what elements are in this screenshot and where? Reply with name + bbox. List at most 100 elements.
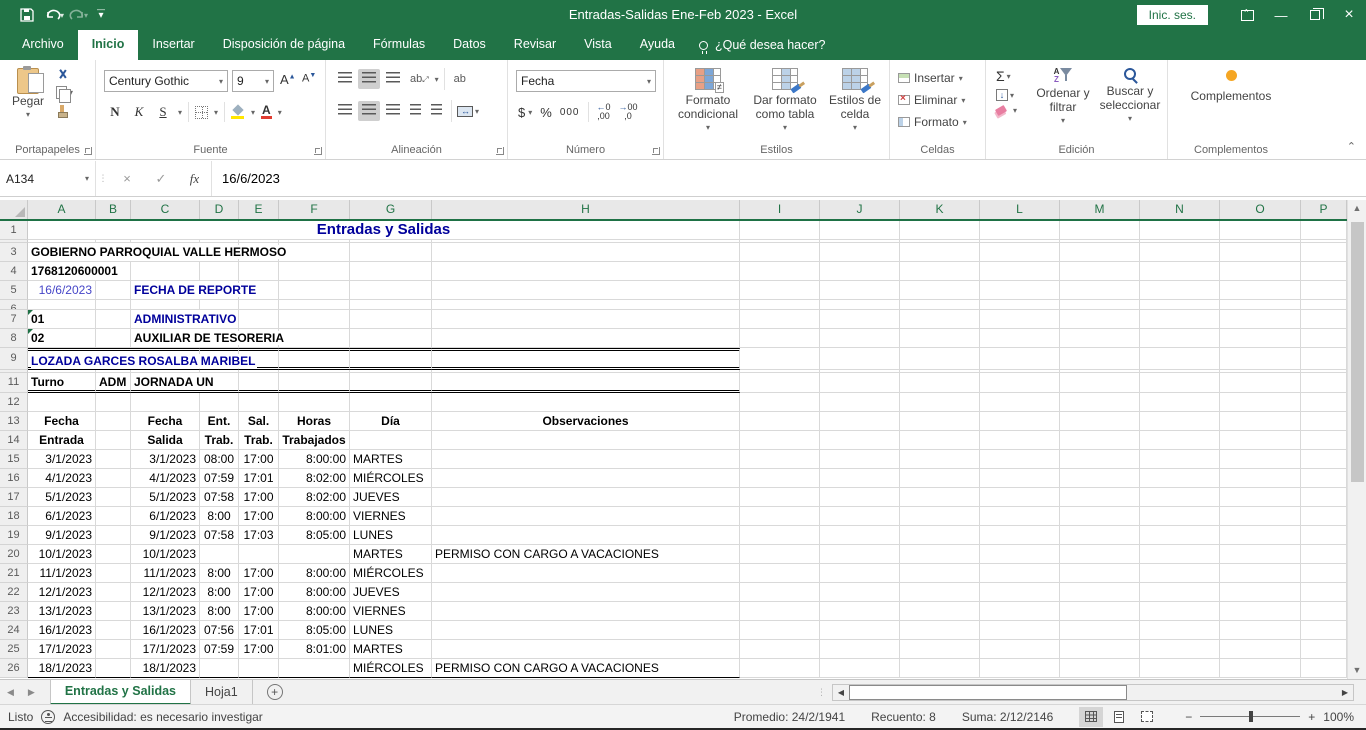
- cell-M12[interactable]: [1060, 393, 1140, 412]
- cell-C17[interactable]: 5/1/2023: [131, 488, 200, 507]
- cell-C13[interactable]: Fecha: [131, 412, 200, 431]
- cell-H12[interactable]: [432, 393, 740, 412]
- cell-H13[interactable]: Observaciones: [432, 412, 740, 431]
- column-header-A[interactable]: A: [28, 200, 96, 219]
- cell-B11[interactable]: ADM: [96, 373, 131, 393]
- cell-I18[interactable]: [740, 507, 820, 526]
- font-dialog-launcher[interactable]: [314, 147, 322, 155]
- cell-J5[interactable]: [820, 281, 900, 300]
- cell-J6[interactable]: [820, 300, 900, 310]
- align-middle-icon[interactable]: [358, 69, 380, 89]
- row-header-15[interactable]: 15: [0, 450, 28, 469]
- copy-icon[interactable]: [56, 86, 67, 99]
- cell-F22[interactable]: 8:00:00: [279, 583, 350, 602]
- cell-B18[interactable]: [96, 507, 131, 526]
- cell-K11[interactable]: [900, 373, 980, 393]
- cell-J17[interactable]: [820, 488, 900, 507]
- cell-I9[interactable]: [740, 348, 820, 370]
- cell-C18[interactable]: 6/1/2023: [131, 507, 200, 526]
- tell-me-search[interactable]: ¿Qué desea hacer?: [689, 30, 836, 60]
- tab-disposicion[interactable]: Disposición de página: [209, 30, 359, 60]
- row-header-24[interactable]: 24: [0, 621, 28, 640]
- cell-I12[interactable]: [740, 393, 820, 412]
- cell-M23[interactable]: [1060, 602, 1140, 621]
- cell-N16[interactable]: [1140, 469, 1220, 488]
- cell-K8[interactable]: [900, 329, 980, 348]
- cell-B19[interactable]: [96, 526, 131, 545]
- cell-I20[interactable]: [740, 545, 820, 564]
- cell-F18[interactable]: 8:00:00: [279, 507, 350, 526]
- cell-G12[interactable]: [350, 393, 432, 412]
- row-header-8[interactable]: 8: [0, 329, 28, 348]
- cell-O9[interactable]: [1220, 348, 1301, 370]
- cell-O14[interactable]: [1220, 431, 1301, 450]
- confirm-entry-icon[interactable]: ✓: [144, 161, 178, 196]
- cell-M19[interactable]: [1060, 526, 1140, 545]
- cell-A14[interactable]: Entrada: [28, 431, 96, 450]
- sheet-nav-left-icon[interactable]: ◀: [0, 687, 21, 698]
- cell-A22[interactable]: 12/1/2023: [28, 583, 96, 602]
- cell-O3[interactable]: [1220, 243, 1301, 262]
- cell-O6[interactable]: [1220, 300, 1301, 310]
- cell-J9[interactable]: [820, 348, 900, 370]
- cell-J3[interactable]: [820, 243, 900, 262]
- underline-button[interactable]: S: [154, 104, 172, 120]
- cell-M4[interactable]: [1060, 262, 1140, 281]
- find-select-button[interactable]: Buscar y seleccionar▾: [1096, 68, 1164, 126]
- column-header-F[interactable]: F: [279, 200, 350, 219]
- cell-E20[interactable]: [239, 545, 279, 564]
- cell-B17[interactable]: [96, 488, 131, 507]
- cell-I14[interactable]: [740, 431, 820, 450]
- accessibility-icon[interactable]: [41, 710, 55, 724]
- cell-J18[interactable]: [820, 507, 900, 526]
- row-header-19[interactable]: 19: [0, 526, 28, 545]
- cell-A8[interactable]: 02: [28, 329, 96, 348]
- cell-M16[interactable]: [1060, 469, 1140, 488]
- cell-B14[interactable]: [96, 431, 131, 450]
- cell-M5[interactable]: [1060, 281, 1140, 300]
- cell-N26[interactable]: [1140, 659, 1220, 678]
- cell-E21[interactable]: 17:00: [239, 564, 279, 583]
- cell-L26[interactable]: [980, 659, 1060, 678]
- cell-I4[interactable]: [740, 262, 820, 281]
- cell-A5[interactable]: 16/6/2023: [28, 281, 96, 300]
- name-box[interactable]: A134▾: [0, 161, 96, 196]
- cell-C26[interactable]: 18/1/2023: [131, 659, 200, 678]
- cell-P23[interactable]: [1301, 602, 1347, 621]
- cell-A7[interactable]: 01: [28, 310, 96, 329]
- cell-E7[interactable]: [239, 310, 279, 329]
- font-name-combo[interactable]: Century Gothic▾: [104, 70, 228, 92]
- cell-G22[interactable]: JUEVES: [350, 583, 432, 602]
- cell-F7[interactable]: [279, 310, 350, 329]
- row-header-25[interactable]: 25: [0, 640, 28, 659]
- cell-E24[interactable]: 17:01: [239, 621, 279, 640]
- cell-G6[interactable]: [350, 300, 432, 310]
- cell-M22[interactable]: [1060, 583, 1140, 602]
- cell-C8[interactable]: AUXILIAR DE TESORERIA: [131, 329, 239, 348]
- cell-J13[interactable]: [820, 412, 900, 431]
- cell-L11[interactable]: [980, 373, 1060, 393]
- cell-G21[interactable]: MIÉRCOLES: [350, 564, 432, 583]
- cell-A13[interactable]: Fecha: [28, 412, 96, 431]
- number-dialog-launcher[interactable]: [652, 147, 660, 155]
- cell-L17[interactable]: [980, 488, 1060, 507]
- cell-J14[interactable]: [820, 431, 900, 450]
- cell-A20[interactable]: 10/1/2023: [28, 545, 96, 564]
- cell-M3[interactable]: [1060, 243, 1140, 262]
- cell-N1[interactable]: [1140, 221, 1220, 240]
- cell-F4[interactable]: [279, 262, 350, 281]
- cell-L7[interactable]: [980, 310, 1060, 329]
- cell-O1[interactable]: [1220, 221, 1301, 240]
- cell-N7[interactable]: [1140, 310, 1220, 329]
- decrease-font-icon[interactable]: A▼: [302, 72, 316, 85]
- cell-C21[interactable]: 11/1/2023: [131, 564, 200, 583]
- comma-format-icon[interactable]: 000: [560, 107, 580, 118]
- cell-A16[interactable]: 4/1/2023: [28, 469, 96, 488]
- cell-G16[interactable]: MIÉRCOLES: [350, 469, 432, 488]
- cell-C22[interactable]: 12/1/2023: [131, 583, 200, 602]
- cell-J11[interactable]: [820, 373, 900, 393]
- cell-L3[interactable]: [980, 243, 1060, 262]
- align-top-icon[interactable]: [334, 69, 356, 89]
- fill-icon[interactable]: ↓: [996, 89, 1008, 101]
- cell-E4[interactable]: [239, 262, 279, 281]
